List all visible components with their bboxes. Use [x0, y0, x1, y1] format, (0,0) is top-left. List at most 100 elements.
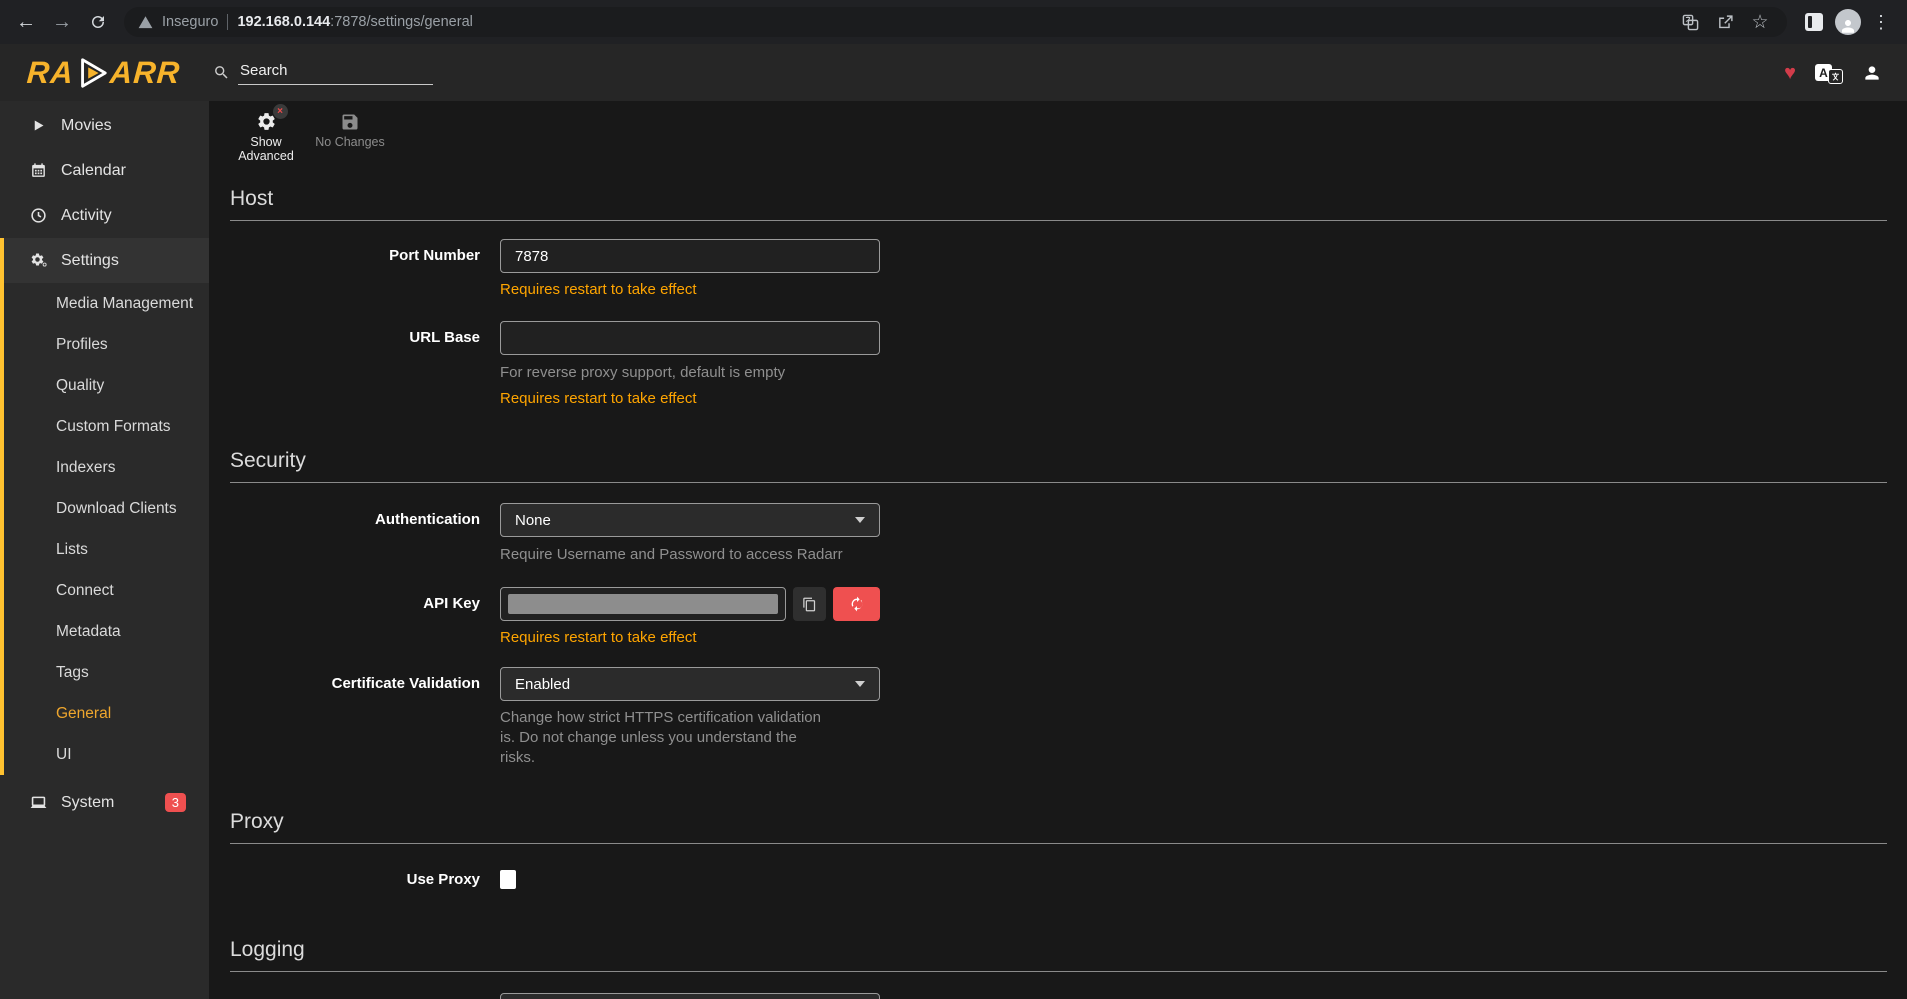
api-key-regenerate-button[interactable]: [833, 587, 880, 621]
page-toolbar: × Show Advanced No Changes: [230, 101, 1887, 160]
url-path: :7878/settings/general: [330, 14, 473, 30]
sidebar: Movies Calendar Activity Settings Media …: [0, 101, 209, 999]
chevron-down-icon: [855, 517, 865, 523]
sidebar-item-label: Activity: [61, 207, 112, 225]
authentication-label: Authentication: [230, 503, 480, 537]
sidebar-item-lists[interactable]: Lists: [0, 529, 209, 570]
play-icon: [29, 118, 48, 133]
browser-toolbar: ← → Inseguro 192.168.0.144:7878/settings…: [0, 0, 1907, 44]
no-changes-label: No Changes: [315, 135, 385, 149]
api-key-hidden-value: [508, 594, 778, 614]
save-floppy-icon: [340, 112, 360, 132]
calendar-icon: [29, 162, 48, 179]
browser-forward-button[interactable]: →: [44, 4, 80, 40]
section-title-host: Host: [230, 187, 1887, 221]
translate-glyph-icon: [1828, 69, 1843, 84]
browser-profile-avatar[interactable]: [1835, 9, 1861, 35]
sidebar-item-label: Movies: [61, 117, 112, 135]
logo-text-ra: RA: [26, 55, 75, 91]
browser-actions: ⋮: [1795, 9, 1899, 35]
sidebar-item-custom-formats[interactable]: Custom Formats: [0, 406, 209, 447]
url-base-label: URL Base: [230, 321, 480, 355]
api-key-input[interactable]: [500, 587, 786, 621]
authentication-row: Authentication None Require Username and…: [230, 503, 1887, 565]
user-icon: [1862, 63, 1882, 83]
use-proxy-checkbox[interactable]: [500, 870, 516, 889]
settings-nav-group: Settings Media Management Profiles Quali…: [0, 238, 209, 775]
radarr-logo[interactable]: RA ARR: [0, 55, 209, 91]
star-icon: ☆: [1751, 13, 1768, 32]
url-base-input[interactable]: [500, 321, 880, 355]
sidebar-item-label: Calendar: [61, 162, 126, 180]
sidebar-item-indexers[interactable]: Indexers: [0, 447, 209, 488]
sidebar-item-metadata[interactable]: Metadata: [0, 611, 209, 652]
sidebar-item-movies[interactable]: Movies: [0, 103, 209, 148]
app-header: RA ARR ♥ A: [0, 44, 1907, 101]
translate-page-button[interactable]: [1677, 9, 1703, 35]
forward-arrow-icon: →: [52, 11, 72, 34]
kebab-menu-icon: ⋮: [1872, 12, 1890, 32]
certificate-validation-label: Certificate Validation: [230, 667, 480, 701]
user-account-button[interactable]: [1862, 63, 1882, 83]
api-key-copy-button[interactable]: [793, 587, 826, 621]
bookmark-star-button[interactable]: ☆: [1747, 9, 1773, 35]
section-title-logging: Logging: [230, 938, 1887, 972]
address-bar[interactable]: Inseguro 192.168.0.144:7878/settings/gen…: [124, 7, 1787, 37]
copy-icon: [802, 597, 817, 612]
sidebar-item-system[interactable]: System 3: [0, 780, 209, 825]
translate-button[interactable]: A: [1815, 62, 1843, 84]
search-input[interactable]: [238, 60, 433, 85]
back-arrow-icon: ←: [16, 11, 36, 34]
browser-menu-button[interactable]: ⋮: [1869, 12, 1893, 33]
no-changes-button[interactable]: No Changes: [314, 108, 386, 149]
sidebar-item-general[interactable]: General: [0, 693, 209, 734]
sidebar-item-ui[interactable]: UI: [0, 734, 209, 775]
side-panel-icon: [1805, 13, 1823, 31]
use-proxy-label: Use Proxy: [230, 870, 480, 890]
show-advanced-label: Show Advanced: [230, 135, 302, 163]
api-key-restart-warning: Requires restart to take effect: [500, 629, 880, 646]
certificate-validation-select[interactable]: Enabled: [500, 667, 880, 701]
log-level-label: Log Level: [230, 993, 480, 999]
heart-icon: ♥: [1784, 62, 1796, 84]
logo-text-arr: ARR: [109, 55, 182, 91]
sidebar-item-settings[interactable]: Settings: [0, 238, 209, 283]
global-search: [213, 60, 433, 85]
share-button[interactable]: [1712, 9, 1738, 35]
api-key-row: API Key Requires restart to take effect: [230, 587, 1887, 646]
side-panel-button[interactable]: [1801, 9, 1827, 35]
section-title-security: Security: [230, 449, 1887, 483]
sidebar-item-label: Settings: [61, 252, 119, 270]
show-advanced-button[interactable]: × Show Advanced: [230, 108, 302, 163]
url-base-help: For reverse proxy support, default is em…: [500, 363, 880, 383]
certificate-validation-value: Enabled: [515, 676, 570, 693]
sidebar-item-activity[interactable]: Activity: [0, 193, 209, 238]
log-level-select[interactable]: Info: [500, 993, 880, 999]
sidebar-item-label: System: [61, 794, 114, 812]
header-actions: ♥ A: [1784, 62, 1907, 84]
url-host: 192.168.0.144: [237, 14, 330, 30]
not-secure-warning-icon: [138, 15, 153, 30]
system-health-badge: 3: [165, 793, 186, 812]
sidebar-item-quality[interactable]: Quality: [0, 365, 209, 406]
sidebar-item-profiles[interactable]: Profiles: [0, 324, 209, 365]
sidebar-item-calendar[interactable]: Calendar: [0, 148, 209, 193]
donate-heart-button[interactable]: ♥: [1784, 63, 1796, 83]
url-text: 192.168.0.144:7878/settings/general: [237, 14, 472, 30]
certificate-validation-row: Certificate Validation Enabled Change ho…: [230, 667, 1887, 768]
sidebar-item-connect[interactable]: Connect: [0, 570, 209, 611]
port-number-input[interactable]: [500, 239, 880, 273]
settings-general-page: × Show Advanced No Changes Host Port Num…: [209, 101, 1907, 999]
logo-play-icon: [75, 55, 109, 91]
sidebar-item-media-management[interactable]: Media Management: [0, 283, 209, 324]
sidebar-item-tags[interactable]: Tags: [0, 652, 209, 693]
address-divider: [227, 14, 228, 30]
use-proxy-row: Use Proxy: [230, 870, 1887, 890]
authentication-select[interactable]: None: [500, 503, 880, 537]
browser-reload-button[interactable]: [80, 4, 116, 40]
port-number-label: Port Number: [230, 239, 480, 273]
gears-icon: [29, 252, 48, 270]
sidebar-item-download-clients[interactable]: Download Clients: [0, 488, 209, 529]
browser-back-button[interactable]: ←: [8, 4, 44, 40]
security-label: Inseguro: [162, 14, 218, 30]
